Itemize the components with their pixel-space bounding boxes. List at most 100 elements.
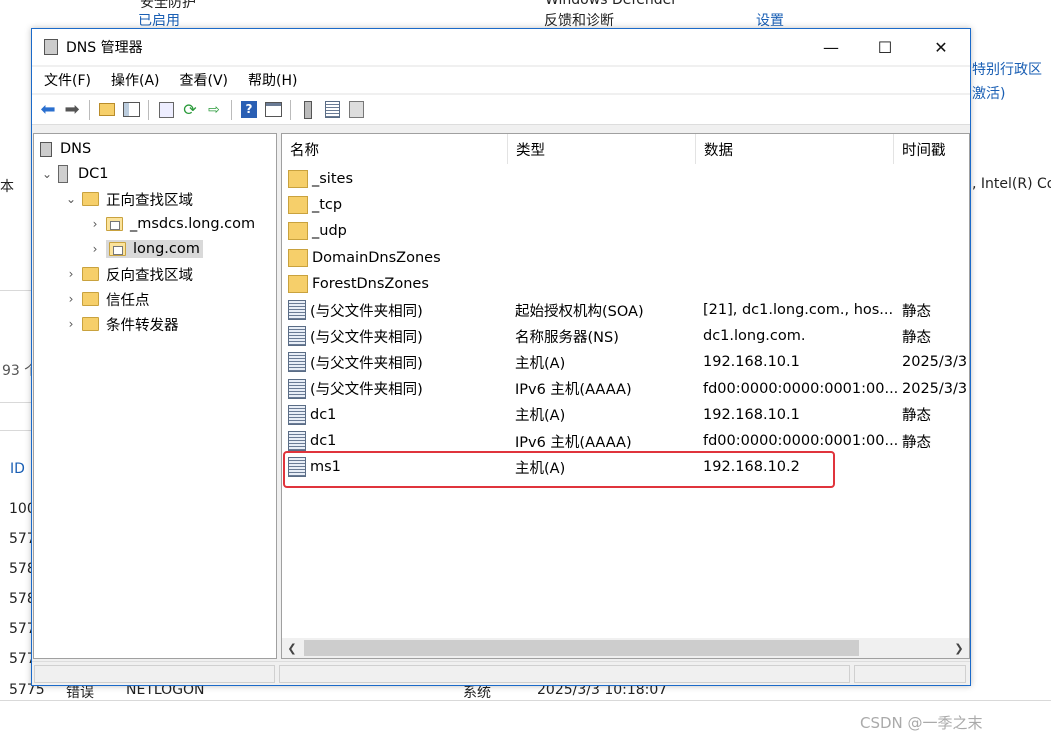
cell-text: 2025/3/3 — [902, 354, 968, 371]
chevron-right-icon[interactable]: › — [88, 217, 102, 231]
tree-node-dns[interactable]: DNS — [40, 138, 91, 160]
tree-node-dc1[interactable]: ⌄ DC1 — [40, 163, 109, 185]
menu-help[interactable]: 帮助(H) — [238, 70, 307, 90]
list-item[interactable]: (与父文件夹相同) 主机(A) 192.168.10.1 2025/3/3 — [282, 349, 969, 375]
tree-node-long-com[interactable]: › long.com — [88, 238, 203, 260]
close-button[interactable]: ✕ — [918, 29, 964, 65]
list-item[interactable]: ForestDnsZones — [282, 271, 969, 297]
record-icon — [288, 326, 306, 347]
list-item[interactable]: DomainDnsZones — [282, 245, 969, 271]
list-item[interactable]: (与父文件夹相同) 起始授权机构(SOA) [21], dc1.long.com.,… — [282, 297, 969, 323]
folder-icon — [288, 274, 308, 293]
cell-name: _udp — [288, 218, 347, 244]
bg-text: Windows Defender — [545, 0, 678, 8]
scroll-left-icon[interactable]: ❮ — [282, 642, 302, 655]
list-item[interactable]: (与父文件夹相同) 名称服务器(NS) dc1.long.com. 静态 — [282, 323, 969, 349]
minimize-button[interactable]: — — [808, 29, 854, 65]
cell-type: 主机(A) — [515, 349, 565, 375]
tree-node-forward-zones[interactable]: ⌄ 正向查找区域 — [64, 188, 193, 210]
menu-bar: 文件(F) 操作(A) 查看(V) 帮助(H) — [32, 67, 970, 93]
folder-icon — [288, 248, 308, 267]
cell-text: _udp — [312, 223, 347, 240]
column-header-data[interactable]: 数据 — [696, 134, 894, 164]
bg-text: 本 — [0, 179, 14, 195]
cell-text: _sites — [312, 171, 353, 187]
bg-feedback: 反馈和诊断 — [544, 13, 614, 29]
bg-region-link[interactable]: 特别行政区 — [972, 59, 1042, 79]
tree-label: 正向查找区域 — [106, 192, 193, 209]
tree-node-reverse-zones[interactable]: › 反向查找区域 — [64, 263, 193, 285]
bg-link-enabled[interactable]: 已启用 — [138, 10, 180, 30]
cell-text: 静态 — [902, 408, 931, 425]
menu-file[interactable]: 文件(F) — [34, 70, 101, 90]
list-item[interactable]: dc1 主机(A) 192.168.10.1 静态 — [282, 402, 969, 428]
cell-data: 192.168.10.1 — [703, 349, 800, 375]
chevron-right-icon[interactable]: › — [64, 292, 78, 306]
forward-icon[interactable]: ➡ — [61, 99, 83, 121]
refresh-icon[interactable]: ⟳ — [179, 99, 201, 121]
column-header-timestamp[interactable]: 时间戳 — [894, 134, 969, 164]
list-item[interactable]: _udp — [282, 218, 969, 244]
cell-name: (与父文件夹相同) — [288, 297, 423, 323]
show-hide-tree-icon[interactable] — [120, 99, 142, 121]
list-item[interactable]: _tcp — [282, 192, 969, 218]
cell-text: 主机(A) — [515, 408, 566, 425]
record-icon — [288, 352, 306, 373]
bg-activate-link[interactable]: 激活) — [972, 83, 1005, 103]
export-list-icon[interactable]: ⇨ — [203, 99, 225, 121]
cell-text: 主机(A) — [515, 355, 566, 372]
folder-icon — [288, 222, 308, 241]
list-item[interactable]: (与父文件夹相同) IPv6 主机(AAAA) fd00:0000:0000:000… — [282, 376, 969, 402]
zone-icon — [109, 242, 126, 256]
folder-icon — [288, 170, 308, 188]
menu-view[interactable]: 查看(V) — [170, 70, 239, 90]
cell-ts: 静态 — [902, 402, 931, 428]
folder-icon — [82, 292, 99, 306]
cell-data: fd00:0000:0000:0001:00... — [703, 376, 898, 402]
cell-text: 2025/3/3 — [902, 380, 968, 397]
cell-ts: 静态 — [902, 297, 931, 323]
cell-data: dc1.long.com. — [703, 323, 806, 349]
cell-text: _tcp — [312, 197, 343, 214]
maximize-button[interactable]: ☐ — [862, 29, 908, 65]
column-header-type[interactable]: 类型 — [508, 134, 696, 164]
tree-node-msdcs[interactable]: › _msdcs.long.com — [88, 213, 256, 235]
scrollbar-thumb[interactable] — [304, 640, 859, 656]
chevron-right-icon[interactable]: › — [88, 242, 102, 256]
scroll-right-icon[interactable]: ❯ — [949, 642, 969, 655]
chevron-down-icon[interactable]: ⌄ — [40, 167, 54, 181]
tree-label: DC1 — [78, 166, 109, 182]
folder-icon — [82, 267, 99, 281]
copy-records-icon[interactable] — [345, 99, 367, 121]
horizontal-scrollbar[interactable]: ❮ ❯ — [282, 638, 969, 658]
zone-icon — [106, 217, 123, 231]
menu-action[interactable]: 操作(A) — [101, 70, 170, 90]
title-bar[interactable]: DNS 管理器 — ☐ ✕ — [32, 29, 970, 65]
cell-ts: 静态 — [902, 428, 931, 454]
back-icon[interactable]: ⬅ — [37, 99, 59, 121]
server-icon[interactable] — [297, 99, 319, 121]
bg-id-header[interactable]: ID — [10, 461, 25, 477]
tree-node-trust-points[interactable]: › 信任点 — [64, 288, 150, 310]
bg-settings-link[interactable]: 设置 — [756, 10, 784, 30]
tree-node-forwarders[interactable]: › 条件转发器 — [64, 313, 179, 335]
list-item[interactable]: _sites — [282, 166, 969, 192]
cell-name: (与父文件夹相同) — [288, 349, 423, 375]
folder-icon — [82, 192, 99, 206]
column-header-name[interactable]: 名称 — [282, 134, 508, 164]
cell-type: IPv6 主机(AAAA) — [515, 376, 632, 402]
chevron-right-icon[interactable]: › — [64, 317, 78, 331]
cell-text: (与父文件夹相同) — [310, 329, 423, 346]
help-icon[interactable]: ? — [238, 99, 260, 121]
chevron-down-icon[interactable]: ⌄ — [64, 192, 78, 206]
chevron-right-icon[interactable]: › — [64, 267, 78, 281]
tree-label: long.com — [133, 241, 200, 257]
cell-text: 名称服务器(NS) — [515, 329, 619, 346]
up-folder-icon[interactable] — [96, 99, 118, 121]
cell-text: 静态 — [902, 329, 931, 346]
record-icon[interactable] — [321, 99, 343, 121]
cell-type: 主机(A) — [515, 402, 565, 428]
properties-icon[interactable] — [155, 99, 177, 121]
cell-ts: 静态 — [902, 323, 931, 349]
mmc-view-icon[interactable] — [262, 99, 284, 121]
